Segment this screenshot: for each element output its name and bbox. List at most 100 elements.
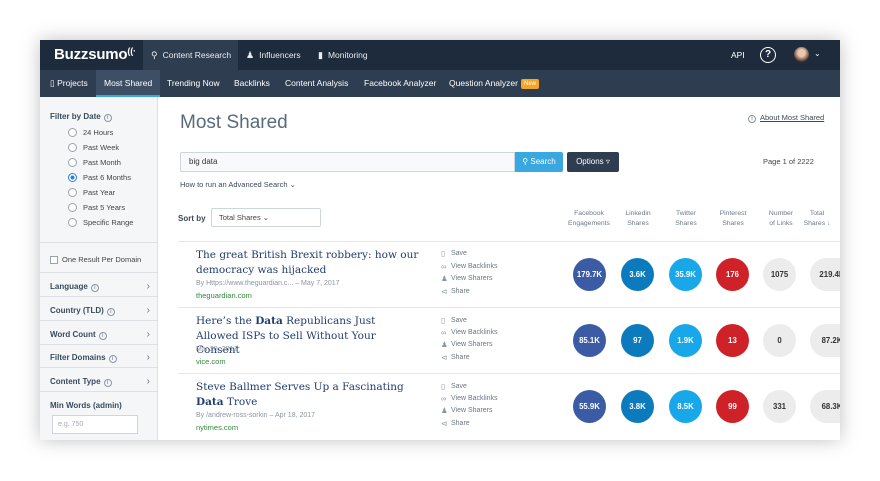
facet-country-tld[interactable]: Country (TLD) i › xyxy=(50,305,150,316)
column-header-linkedin[interactable]: Linkedin Shares xyxy=(613,209,663,229)
save-action[interactable]: ▯ Save xyxy=(441,382,467,391)
view-backlinks-action[interactable]: ∞ View Backlinks xyxy=(441,262,498,271)
about-most-shared-link[interactable]: i About Most Shared xyxy=(748,113,824,123)
view-sharers-action[interactable]: ♟ View Sharers xyxy=(441,274,493,283)
divider xyxy=(40,344,158,345)
checkbox-box xyxy=(50,255,58,264)
view-backlinks-action[interactable]: ∞ View Backlinks xyxy=(441,328,498,337)
subnav-trending-now[interactable]: Trending Now xyxy=(159,70,228,97)
twitter-shares-badge: 8.5K xyxy=(669,390,702,423)
info-icon[interactable]: i xyxy=(90,284,99,292)
options-button[interactable]: Options ▿ xyxy=(567,152,619,172)
help-icon[interactable]: ? xyxy=(760,47,776,63)
nav-content-research[interactable]: ⚲ Content Research xyxy=(143,40,238,70)
radio-24-hours[interactable]: 24 Hours xyxy=(68,128,113,137)
result-domain[interactable]: vice.com xyxy=(196,357,226,366)
action-label: Save xyxy=(451,383,467,390)
share-icon: ⊲ xyxy=(441,287,448,296)
info-icon[interactable]: i xyxy=(103,114,112,122)
sort-select[interactable]: Total Shares ⌄ xyxy=(211,208,321,227)
action-label: View Backlinks xyxy=(451,263,498,270)
search-button[interactable]: ⚲ Search xyxy=(515,152,563,172)
result-title-link[interactable]: The great British Brexit robbery: how ou… xyxy=(196,248,421,277)
avatar[interactable] xyxy=(794,47,809,62)
twitter-shares-badge: 35.9K xyxy=(669,258,702,291)
nav-monitoring[interactable]: ▮ Monitoring xyxy=(318,40,368,70)
facet-label: Country (TLD) xyxy=(50,306,104,315)
radio-label: Past Week xyxy=(83,143,120,152)
radio-past-year[interactable]: Past Year xyxy=(68,188,115,197)
radio-label: Specific Range xyxy=(83,218,134,227)
view-sharers-action[interactable]: ♟ View Sharers xyxy=(441,340,493,349)
column-header-twitter[interactable]: Twitter Shares xyxy=(661,209,711,229)
min-words-input[interactable]: e.g. 750 xyxy=(52,415,138,434)
action-label: View Sharers xyxy=(451,275,493,282)
view-backlinks-action[interactable]: ∞ View Backlinks xyxy=(441,394,498,403)
buzzsumo-logo[interactable]: Buzzsumo((· xyxy=(54,46,136,63)
facebook-engagements-badge: 55.9K xyxy=(573,390,606,423)
view-sharers-action[interactable]: ♟ View Sharers xyxy=(441,406,493,415)
info-icon[interactable]: i xyxy=(106,308,115,316)
radio-circle-selected xyxy=(68,173,77,182)
number-of-links-badge[interactable]: 1075 xyxy=(763,258,796,291)
subnav-content-analysis[interactable]: Content Analysis xyxy=(277,70,356,97)
subnav-label: Most Shared xyxy=(104,78,153,88)
page-title: Most Shared xyxy=(180,112,288,133)
action-label: View Backlinks xyxy=(451,329,498,336)
info-icon[interactable]: i xyxy=(108,355,117,363)
divider xyxy=(40,296,158,297)
page-info: Page 1 of 2222 xyxy=(763,157,814,166)
advanced-search-link[interactable]: How to run an Advanced Search ⌄ xyxy=(180,180,296,189)
share-action[interactable]: ⊲ Share xyxy=(441,287,470,296)
total-shares-badge: 219.4K xyxy=(810,258,840,291)
facet-filter-domains[interactable]: Filter Domains i › xyxy=(50,352,150,363)
subnav-most-shared[interactable]: Most Shared xyxy=(96,70,161,97)
save-action[interactable]: ▯ Save xyxy=(441,249,467,258)
column-header-total-shares[interactable]: Total Shares ↓ xyxy=(794,209,840,229)
subnav-facebook-analyzer[interactable]: Facebook Analyzer xyxy=(356,70,444,97)
search-input[interactable]: big data xyxy=(180,152,515,172)
facet-language[interactable]: Language i › xyxy=(50,281,150,292)
subnav-question-analyzer[interactable]: Question Analyzer New xyxy=(441,70,547,97)
number-of-links-badge[interactable]: 0 xyxy=(763,324,796,357)
nav-influencers[interactable]: ♟ Influencers xyxy=(246,40,301,70)
new-badge: New xyxy=(520,79,539,89)
title-text: The great British Brexit robbery: how ou… xyxy=(196,249,419,276)
divider xyxy=(40,367,158,368)
share-action[interactable]: ⊲ Share xyxy=(441,353,470,362)
column-header-facebook[interactable]: Facebook Engagements xyxy=(564,209,614,229)
share-action[interactable]: ⊲ Share xyxy=(441,419,470,428)
result-domain[interactable]: theguardian.com xyxy=(196,291,252,300)
save-action[interactable]: ▯ Save xyxy=(441,316,467,325)
radio-label: Past 5 Years xyxy=(83,203,126,212)
result-domain[interactable]: nytimes.com xyxy=(196,423,238,432)
subnav-projects[interactable]: ▯ Projects xyxy=(42,70,96,97)
radio-specific-range[interactable]: Specific Range xyxy=(68,218,133,227)
radio-circle xyxy=(68,218,77,227)
radio-past-week[interactable]: Past Week xyxy=(68,143,119,152)
logo-text: Buzzsumo xyxy=(54,46,128,63)
facet-content-type[interactable]: Content Type i › xyxy=(50,376,150,387)
radio-past-5-years[interactable]: Past 5 Years xyxy=(68,203,125,212)
action-label: Save xyxy=(451,250,467,257)
chevron-right-icon: › xyxy=(146,329,150,340)
pinterest-shares-badge: 99 xyxy=(716,390,749,423)
facet-label: Content Type xyxy=(50,377,101,386)
filter-by-date-heading: Filter by Date i xyxy=(50,112,112,122)
one-result-per-domain-checkbox[interactable]: One Result Per Domain xyxy=(50,255,141,264)
subnav-backlinks[interactable]: Backlinks xyxy=(226,70,278,97)
result-title-link[interactable]: Steve Ballmer Serves Up a Fascinating Da… xyxy=(196,380,421,409)
api-link[interactable]: API xyxy=(731,50,745,60)
radio-past-6-months[interactable]: Past 6 Months xyxy=(68,173,131,182)
number-of-links-badge[interactable]: 331 xyxy=(763,390,796,423)
chevron-down-icon[interactable]: ⌄ xyxy=(814,49,821,58)
column-header-pinterest[interactable]: Pinterest Shares xyxy=(708,209,758,229)
subnav-label: Backlinks xyxy=(234,78,270,88)
pinterest-shares-badge: 176 xyxy=(716,258,749,291)
header-line: Shares xyxy=(675,220,697,227)
radio-past-month[interactable]: Past Month xyxy=(68,158,121,167)
radio-circle xyxy=(68,203,77,212)
facet-word-count[interactable]: Word Count i › xyxy=(50,329,150,340)
info-icon[interactable]: i xyxy=(103,379,112,387)
info-icon[interactable]: i xyxy=(98,332,107,340)
